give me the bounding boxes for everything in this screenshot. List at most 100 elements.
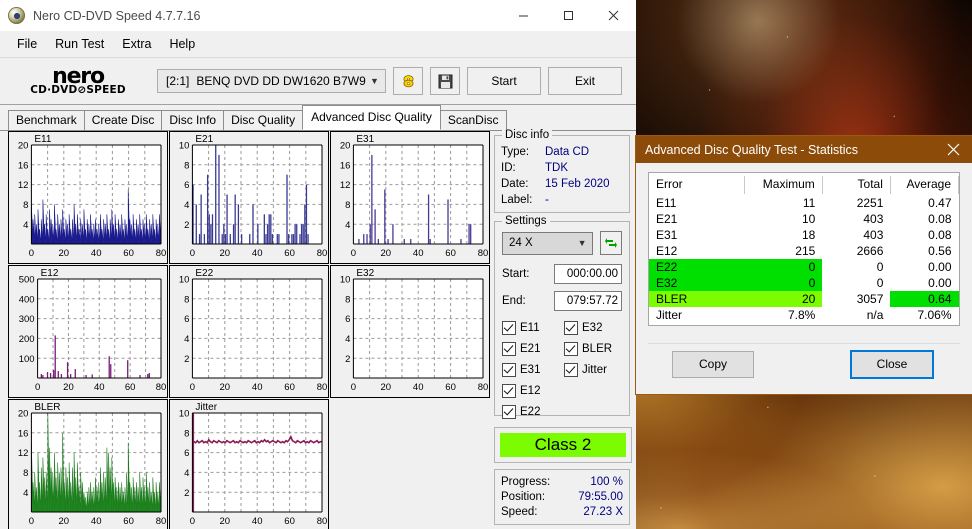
nero-main-window: Nero CD-DVD Speed 4.7.7.16 File Run Test… <box>0 0 636 529</box>
svg-text:12: 12 <box>340 180 351 191</box>
chart-e12: 100 200 300 400 500 0 20 40 60 80 E12 <box>8 265 168 398</box>
svg-text:2: 2 <box>345 354 350 365</box>
svg-text:0: 0 <box>351 248 356 259</box>
svg-text:2: 2 <box>184 488 189 499</box>
menu-item-help[interactable]: Help <box>160 34 204 54</box>
minimize-icon[interactable] <box>501 0 546 31</box>
cell-maximum: 18 <box>801 228 816 242</box>
checkbox-e11[interactable]: E11 <box>502 321 564 335</box>
cell-error: E12 <box>656 244 678 258</box>
svg-text:20: 20 <box>220 382 231 393</box>
disc-label-label: Label: <box>501 194 533 206</box>
svg-text:4: 4 <box>345 334 350 345</box>
check-icon <box>502 384 516 398</box>
checkbox-jitter[interactable]: Jitter <box>564 363 612 377</box>
svg-text:2: 2 <box>184 220 189 231</box>
check-icon <box>502 321 516 335</box>
speed-row: Speed: 27.23 X <box>501 505 623 520</box>
checkbox-bler[interactable]: BLER <box>564 342 612 356</box>
tab-advanced-disc-quality[interactable]: Advanced Disc Quality <box>302 105 441 130</box>
table-row: E21 10 403 0.08 <box>649 211 959 227</box>
cell-error: E32 <box>649 275 745 291</box>
cell-average: 0.00 <box>928 260 952 274</box>
position-label: Position: <box>501 491 546 503</box>
statistics-table: Error Maximum Total Average E11 11 2251 0.4… <box>649 176 960 323</box>
tab-disc-info[interactable]: Disc Info <box>161 110 225 130</box>
disc-date-value: 15 Feb 2020 <box>545 178 610 190</box>
save-button[interactable] <box>430 67 460 95</box>
menu-item-extra[interactable]: Extra <box>113 34 160 54</box>
cell-total: n/a <box>866 308 884 322</box>
checkbox-e32[interactable]: E32 <box>564 321 612 335</box>
svg-text:8: 8 <box>184 294 189 305</box>
svg-text:10: 10 <box>340 275 351 286</box>
svg-text:20: 20 <box>381 382 392 393</box>
chart-svg-bler: 4 8 12 16 20 0 20 40 60 80 BLER <box>18 402 166 527</box>
chart-title: E32 <box>356 268 374 279</box>
column-header-total: Total <box>822 176 891 195</box>
svg-text:40: 40 <box>413 382 424 393</box>
floppy-save-icon <box>438 74 452 88</box>
svg-text:40: 40 <box>91 248 102 259</box>
speed-select[interactable]: 24 X ▼ <box>502 231 593 255</box>
disc-date-label: Date: <box>501 178 529 190</box>
svg-text:6: 6 <box>184 180 189 191</box>
tab-create-disc[interactable]: Create Disc <box>83 110 163 130</box>
tab-benchmark[interactable]: Benchmark <box>8 110 85 130</box>
drive-select[interactable]: [2:1] BENQ DVD DD DW1620 B7W9 ▼ <box>157 69 386 93</box>
progress-value: 100 % <box>590 476 623 488</box>
cell-average: 0.56 <box>928 244 952 258</box>
svg-text:100: 100 <box>19 354 35 365</box>
disc-type-value: Data CD <box>545 146 590 158</box>
checkbox-e12[interactable]: E12 <box>502 384 564 398</box>
chart-svg-e21: 2 4 6 8 10 0 20 40 60 80 E21 <box>179 134 327 259</box>
menu-item-run-test[interactable]: Run Test <box>46 34 113 54</box>
exit-button[interactable]: Exit <box>548 67 622 95</box>
svg-text:4: 4 <box>184 200 189 211</box>
disc-speed-icon <box>403 74 413 87</box>
svg-text:20: 20 <box>18 141 29 152</box>
start-button[interactable]: Start <box>467 67 541 95</box>
checkbox-e21-label: E21 <box>520 343 541 355</box>
copy-button[interactable]: Copy <box>672 350 754 378</box>
close-button[interactable]: Close <box>850 349 934 379</box>
cell-average: 0.64 <box>890 291 959 307</box>
close-icon[interactable] <box>934 136 972 163</box>
svg-text:500: 500 <box>19 275 35 286</box>
cell-total: 0 <box>876 260 884 274</box>
checkbox-e31[interactable]: E31 <box>502 363 564 377</box>
svg-text:20: 20 <box>220 248 231 259</box>
checkbox-e21[interactable]: E21 <box>502 342 564 356</box>
disc-speed-button[interactable] <box>393 67 423 95</box>
maximize-icon[interactable] <box>546 0 591 31</box>
svg-text:10: 10 <box>179 409 190 420</box>
svg-text:60: 60 <box>123 248 134 259</box>
disc-id-value: TDK <box>545 162 568 174</box>
start-pos-label: Start: <box>502 268 530 280</box>
svg-text:6: 6 <box>345 314 350 325</box>
end-pos-field[interactable]: 079:57.72 <box>553 291 622 311</box>
svg-text:8: 8 <box>184 160 189 171</box>
svg-text:60: 60 <box>445 382 456 393</box>
column-header-maximum: Maximum <box>744 176 823 195</box>
chart-title: BLER <box>34 402 60 413</box>
drive-name: BENQ DVD DD DW1620 B7W9 <box>196 74 366 88</box>
disc-info-row-type: Type: Data CD <box>501 144 629 160</box>
chart-title: E31 <box>356 134 374 145</box>
table-row: E12 215 2666 0.56 <box>649 243 959 259</box>
svg-text:0: 0 <box>351 382 356 393</box>
tab-disc-quality[interactable]: Disc Quality <box>223 110 304 130</box>
statistics-dialog-body: Error Maximum Total Average E11 11 2251 0.4… <box>636 163 972 326</box>
refresh-button[interactable] <box>599 231 622 255</box>
close-icon[interactable] <box>591 0 636 31</box>
tab-scandisc[interactable]: ScanDisc <box>439 110 507 130</box>
checkbox-e22[interactable]: E22 <box>502 405 564 419</box>
svg-text:16: 16 <box>18 428 29 439</box>
menu-item-file[interactable]: File <box>8 34 46 54</box>
svg-text:40: 40 <box>252 382 263 393</box>
check-icon <box>502 405 516 419</box>
cell-error: BLER <box>649 291 745 307</box>
start-pos-field[interactable]: 000:00.00 <box>553 264 622 284</box>
svg-text:8: 8 <box>345 294 350 305</box>
svg-text:8: 8 <box>23 200 28 211</box>
